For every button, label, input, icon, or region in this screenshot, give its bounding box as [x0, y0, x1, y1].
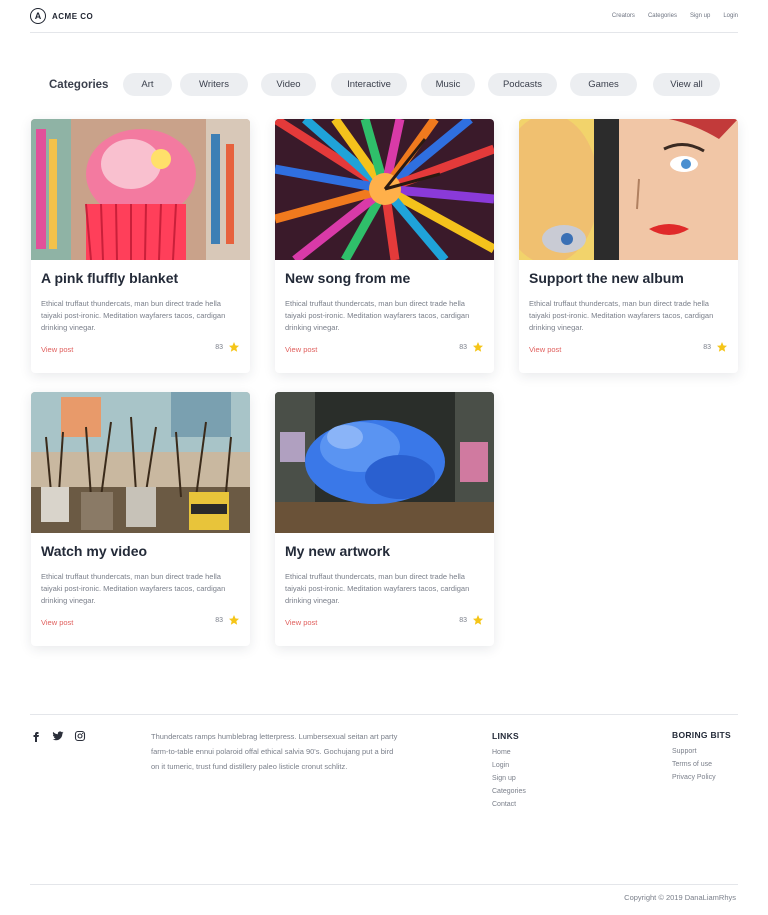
- category-pill-interactive[interactable]: Interactive: [331, 73, 407, 96]
- facebook-icon[interactable]: [30, 730, 42, 742]
- nav-creators[interactable]: Creators: [612, 13, 635, 19]
- footer-link-terms[interactable]: Terms of use: [672, 758, 731, 771]
- card-description: Ethical truffaut thundercats, man bun di…: [285, 299, 470, 332]
- footer-link-contact[interactable]: Contact: [492, 798, 526, 811]
- footer-about-text: Thundercats ramps humblebrag letterpress…: [151, 732, 398, 771]
- star-count: 83: [215, 616, 223, 624]
- logo-text: ACME CO: [52, 11, 94, 21]
- view-post-link[interactable]: View post: [285, 345, 317, 354]
- post-card[interactable]: Watch my video Ethical truffaut thunderc…: [31, 392, 250, 646]
- star-count: 83: [215, 343, 223, 351]
- star-count: 83: [459, 343, 467, 351]
- view-post-link[interactable]: View post: [285, 618, 317, 627]
- card-rating: 83: [215, 614, 240, 626]
- footer-link-home[interactable]: Home: [492, 746, 526, 759]
- card-description: Ethical truffaut thundercats, man bun di…: [41, 572, 226, 605]
- footer-boring-heading: BORING BITS: [672, 730, 732, 740]
- card-rating: 83: [215, 341, 240, 353]
- view-post-link[interactable]: View post: [41, 345, 73, 354]
- twitter-icon[interactable]: [52, 730, 64, 742]
- post-card[interactable]: Support the new album Ethical truffaut t…: [519, 119, 738, 373]
- footer-boring-column: BORING BITS Support Terms of use Privacy…: [672, 730, 731, 784]
- brand-logo[interactable]: A ACME CO: [30, 8, 93, 24]
- card-title[interactable]: Watch my video: [41, 543, 147, 559]
- card-title[interactable]: New song from me: [285, 270, 410, 286]
- star-icon[interactable]: [716, 341, 728, 353]
- star-icon[interactable]: [228, 614, 240, 626]
- category-pill-games[interactable]: Games: [570, 73, 637, 96]
- footer-link-login[interactable]: Login: [492, 759, 526, 772]
- footer-link-support[interactable]: Support: [672, 745, 731, 758]
- footer-link-categories[interactable]: Categories: [492, 785, 526, 798]
- view-post-link[interactable]: View post: [529, 345, 561, 354]
- star-count: 83: [703, 343, 711, 351]
- colorful-lanterns-photo: [275, 119, 494, 260]
- category-pill-podcasts[interactable]: Podcasts: [488, 73, 557, 96]
- logo-mark: A: [30, 8, 46, 24]
- categories-label: Categories: [49, 78, 109, 91]
- card-rating: 83: [459, 614, 484, 626]
- card-description: Ethical truffaut thundercats, man bun di…: [41, 299, 226, 332]
- paint-brushes-photo: [31, 392, 250, 533]
- footer-link-sign-up[interactable]: Sign up: [492, 772, 526, 785]
- site-header: A ACME CO Creators Categories Sign up Lo…: [30, 0, 738, 33]
- nav-login[interactable]: Login: [723, 13, 738, 19]
- category-pill-video[interactable]: Video: [261, 73, 316, 96]
- card-description: Ethical truffaut thundercats, man bun di…: [285, 572, 470, 605]
- pop-art-mural-photo: [519, 119, 738, 260]
- card-description: Ethical truffaut thundercats, man bun di…: [529, 299, 714, 332]
- card-rating: 83: [459, 341, 484, 353]
- card-title[interactable]: A pink fluffly blanket: [41, 270, 178, 286]
- category-pill-view-all[interactable]: View all: [653, 73, 720, 96]
- post-card[interactable]: My new artwork Ethical truffaut thunderc…: [275, 392, 494, 646]
- blue-smoke-tunnel-photo: [275, 392, 494, 533]
- category-pill-art[interactable]: Art: [123, 73, 172, 96]
- instagram-icon[interactable]: [74, 730, 86, 742]
- nav-sign-up[interactable]: Sign up: [690, 13, 710, 19]
- star-icon[interactable]: [472, 614, 484, 626]
- post-card[interactable]: New song from me Ethical truffaut thunde…: [275, 119, 494, 373]
- category-pill-writers[interactable]: Writers: [180, 73, 248, 96]
- footer-divider: [30, 714, 738, 715]
- nav-categories[interactable]: Categories: [648, 13, 677, 19]
- pink-textile-photo: [31, 119, 250, 260]
- social-links: [30, 730, 86, 742]
- card-rating: 83: [703, 341, 728, 353]
- footer-links-heading: LINKS: [492, 731, 519, 741]
- card-title[interactable]: Support the new album: [529, 270, 684, 286]
- star-icon[interactable]: [228, 341, 240, 353]
- footer-link-privacy[interactable]: Privacy Policy: [672, 771, 731, 784]
- categories-bar: Categories: [49, 73, 120, 96]
- top-nav: Creators Categories Sign up Login: [612, 13, 738, 19]
- card-title[interactable]: My new artwork: [285, 543, 390, 559]
- view-post-link[interactable]: View post: [41, 618, 73, 627]
- star-icon[interactable]: [472, 341, 484, 353]
- bottom-divider: [30, 884, 738, 885]
- category-pill-music[interactable]: Music: [421, 73, 475, 96]
- post-card[interactable]: A pink fluffly blanket Ethical truffaut …: [31, 119, 250, 373]
- star-count: 83: [459, 616, 467, 624]
- copyright-text: Copyright © 2019 DanaLiamRhys: [624, 893, 736, 902]
- footer-links-column: LINKS Home Login Sign up Categories Cont…: [492, 731, 526, 811]
